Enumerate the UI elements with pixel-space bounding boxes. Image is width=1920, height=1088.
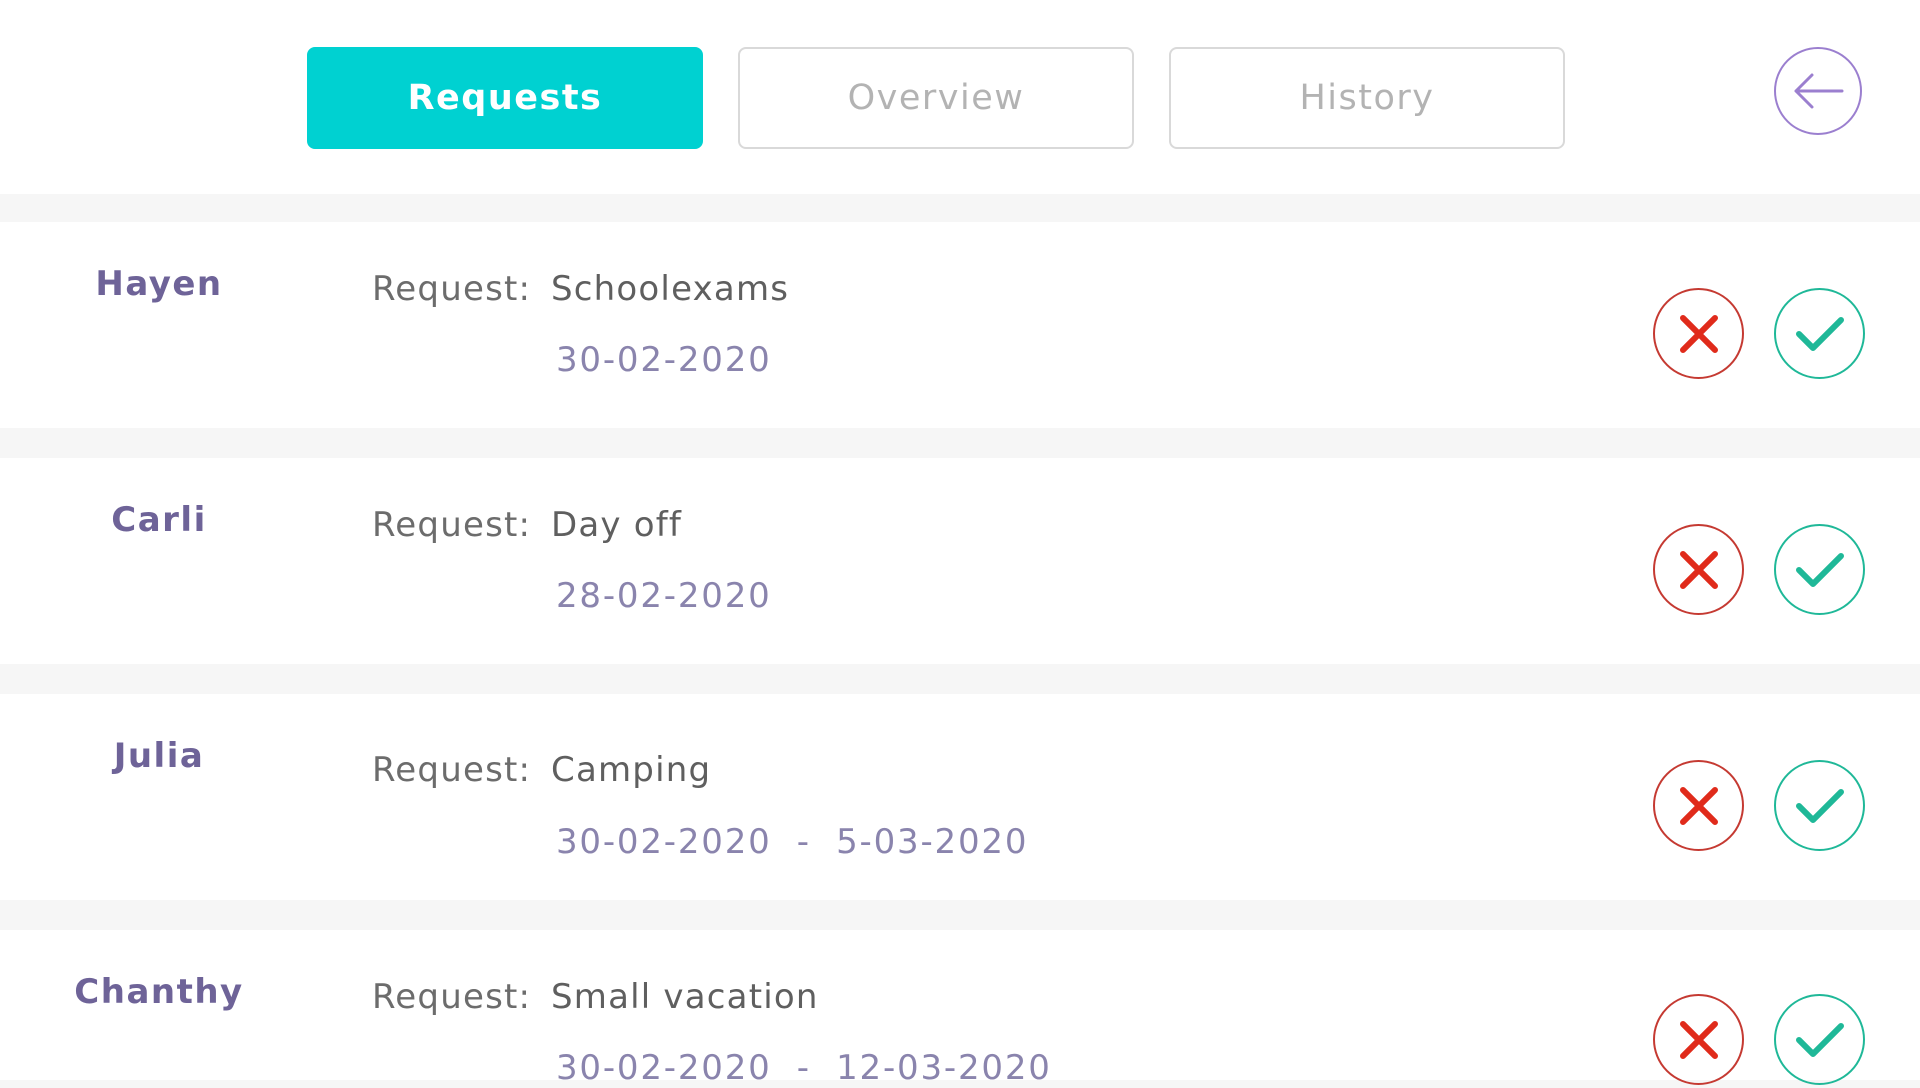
request-dates: 28-02-2020 — [556, 576, 772, 616]
employee-name: Hayen — [95, 264, 223, 304]
employee-name: Carli — [111, 500, 207, 540]
request-dates: 30-02-2020 - 5-03-2020 — [556, 822, 1029, 862]
employee-name: Julia — [113, 736, 205, 776]
request-title: Schoolexams — [551, 269, 790, 309]
request-dates: 30-02-2020 — [556, 340, 772, 380]
tab-history[interactable]: History — [1169, 47, 1565, 149]
request-row: Hayen Request: Schoolexams 30-02-2020 — [0, 222, 1920, 428]
top-bar: Requests Overview History — [0, 0, 1920, 194]
reject-button[interactable] — [1653, 760, 1744, 851]
request-label: Request: — [372, 505, 532, 545]
close-icon — [1679, 314, 1718, 353]
check-icon — [1795, 1022, 1844, 1057]
request-label: Request: — [372, 750, 532, 790]
tab-requests[interactable]: Requests — [307, 47, 703, 149]
tab-overview[interactable]: Overview — [738, 47, 1134, 149]
close-icon — [1679, 786, 1718, 825]
request-title: Day off — [551, 505, 683, 545]
reject-button[interactable] — [1653, 994, 1744, 1085]
employee-name: Chanthy — [74, 972, 244, 1012]
check-icon — [1795, 316, 1844, 351]
arrow-left-icon — [1794, 73, 1844, 109]
request-label: Request: — [372, 269, 532, 309]
check-icon — [1795, 788, 1844, 823]
approve-button[interactable] — [1774, 994, 1865, 1085]
approve-button[interactable] — [1774, 760, 1865, 851]
check-icon — [1795, 552, 1844, 587]
approve-button[interactable] — [1774, 288, 1865, 379]
request-label: Request: — [372, 977, 532, 1017]
close-icon — [1679, 1020, 1718, 1059]
request-row: Carli Request: Day off 28-02-2020 — [0, 458, 1920, 664]
request-title: Camping — [551, 750, 712, 790]
back-button[interactable] — [1774, 47, 1862, 135]
approve-button[interactable] — [1774, 524, 1865, 615]
request-title: Small vacation — [551, 977, 819, 1017]
close-icon — [1679, 550, 1718, 589]
request-row: Chanthy Request: Small vacation 30-02-20… — [0, 930, 1920, 1088]
request-row: Julia Request: Camping 30-02-2020 - 5-03… — [0, 694, 1920, 900]
reject-button[interactable] — [1653, 524, 1744, 615]
request-dates: 30-02-2020 - 12-03-2020 — [556, 1048, 1052, 1088]
reject-button[interactable] — [1653, 288, 1744, 379]
